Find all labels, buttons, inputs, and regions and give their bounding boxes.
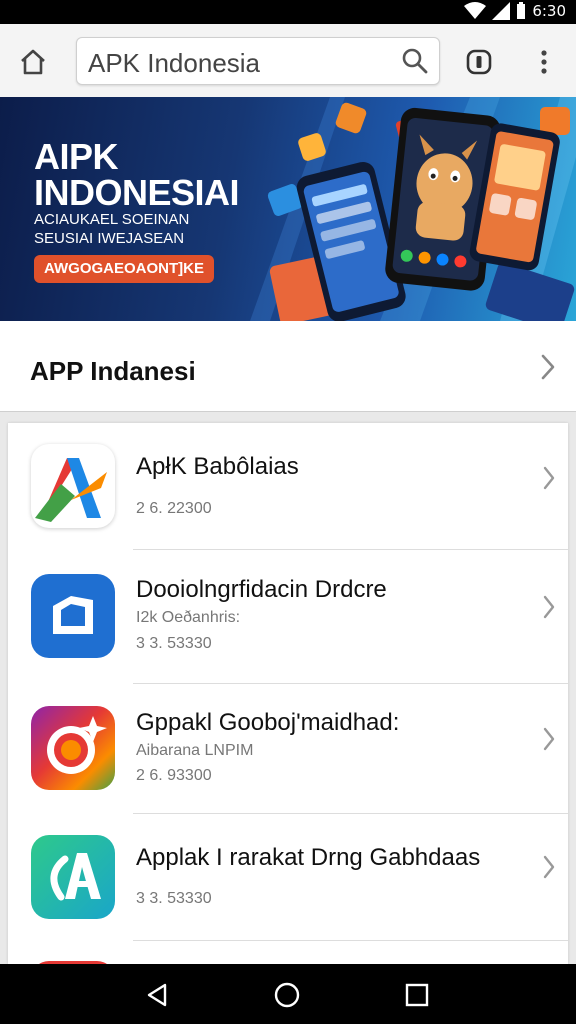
- privacy-button[interactable]: [462, 45, 496, 79]
- app-version: 3 3. 53330: [136, 635, 212, 652]
- app-developer: I2k Oeðanhris:: [136, 609, 241, 626]
- list-item-partial[interactable]: [8, 941, 568, 964]
- green-a-icon: [31, 835, 115, 919]
- banner-subtitle-line2: SEUSIAI IWEJASEAN: [34, 230, 185, 247]
- list-item[interactable]: Applak I rarakat Drng Gabhdaas 3 3. 5333…: [8, 814, 568, 941]
- shield-icon: [466, 49, 492, 75]
- search-bar[interactable]: APK Indonesia: [76, 37, 440, 85]
- apk-a-logo-icon: [31, 444, 115, 528]
- recents-square-icon: [405, 983, 429, 1007]
- banner-title-line2: INDONESIAI: [34, 172, 240, 213]
- app-list: ApłK Babôlaias 2 6. 22300 Dooiolngrfidac…: [8, 423, 568, 964]
- chevron-right-icon: [543, 595, 555, 619]
- back-triangle-icon: [147, 983, 167, 1007]
- signal-icon: [492, 2, 511, 20]
- app-developer: Aibarana LNPIM: [136, 742, 254, 759]
- search-input[interactable]: APK Indonesia: [88, 48, 260, 79]
- battery-icon: [517, 2, 526, 19]
- app-version: 2 6. 93300: [136, 767, 212, 784]
- more-vertical-icon: [541, 50, 547, 74]
- wifi-icon: [464, 2, 487, 19]
- chevron-right-icon: [543, 855, 555, 879]
- list-item[interactable]: ApłK Babôlaias 2 6. 22300: [8, 423, 568, 550]
- home-nav-button[interactable]: [270, 978, 304, 1012]
- hero-banner[interactable]: AIPK INDONESIAI ACIAUKAEL SOEINAN SEUSIA…: [0, 97, 576, 321]
- browser-toolbar: APK Indonesia: [0, 24, 576, 99]
- status-time: 6:30: [532, 2, 566, 20]
- status-icons: 6:30: [464, 2, 566, 20]
- section-header[interactable]: APP Indanesi: [0, 321, 576, 412]
- chevron-right-icon: [541, 354, 555, 380]
- home-icon: [21, 49, 45, 75]
- list-item[interactable]: Gppakl Gooboj'maidhad: Aibarana LNPIM 2 …: [8, 684, 568, 814]
- back-button[interactable]: [140, 978, 174, 1012]
- app-name: Gppakl Gooboj'maidhad:: [136, 709, 400, 736]
- chevron-right-icon: [543, 727, 555, 751]
- home-circle-icon: [274, 982, 300, 1008]
- banner-subtitle-line1: ACIAUKAEL SOEINAN: [34, 211, 190, 228]
- chevron-right-icon: [543, 466, 555, 490]
- app-name: Dooiolngrfidacin Drdcre: [136, 576, 387, 603]
- navigation-bar: [0, 964, 576, 1024]
- banner-title: AIPK INDONESIAI: [34, 136, 240, 213]
- blue-box-icon: [31, 574, 115, 658]
- list-item[interactable]: Dooiolngrfidacin Drdcre I2k Oeðanhris: 3…: [8, 550, 568, 684]
- search-icon[interactable]: [401, 47, 429, 75]
- recents-button[interactable]: [400, 978, 434, 1012]
- banner-cta-button[interactable]: AWGOGAEOAONT]KE: [34, 255, 214, 283]
- status-bar: 6:30: [0, 0, 576, 24]
- banner-subtitle: ACIAUKAEL SOEINAN SEUSIAI IWEJASEAN: [34, 210, 189, 248]
- home-button[interactable]: [14, 43, 52, 81]
- banner-title-line1: AIPK: [34, 136, 119, 177]
- app-name: ApłK Babôlaias: [136, 453, 299, 480]
- camera-lens-icon: [31, 706, 115, 790]
- overflow-menu-button[interactable]: [530, 45, 558, 79]
- section-title: APP Indanesi: [30, 356, 196, 386]
- app-version: 2 6. 22300: [136, 500, 212, 517]
- app-version: 3 3. 53330: [136, 890, 212, 907]
- app-name: Applak I rarakat Drng Gabhdaas: [136, 844, 481, 871]
